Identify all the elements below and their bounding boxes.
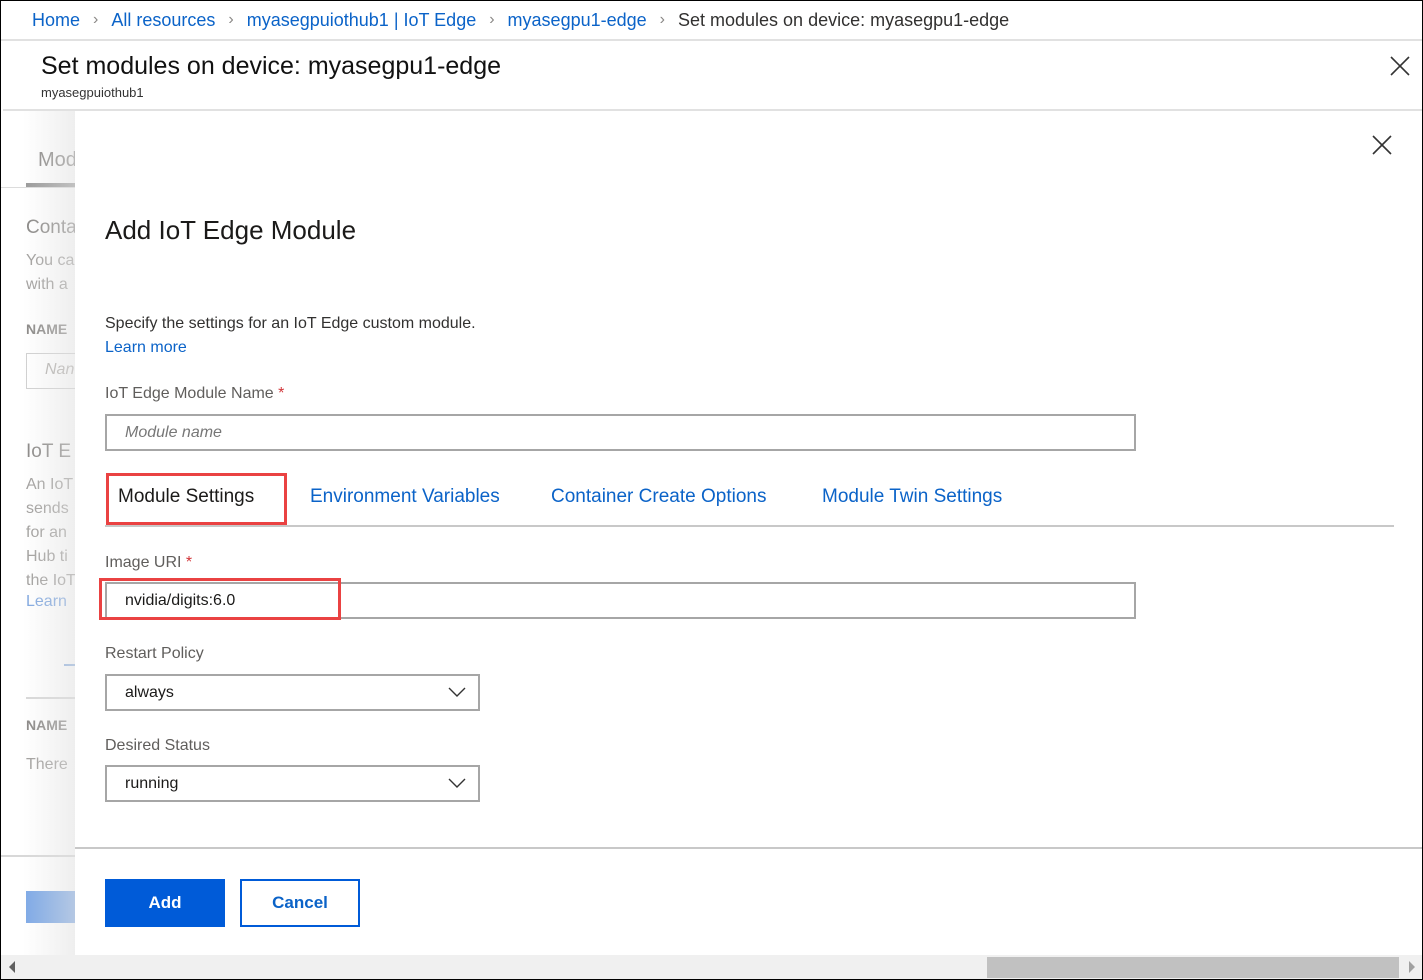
chevron-down-icon [448,687,466,697]
section-heading: IoT E [26,441,72,462]
chevron-right-icon: › [489,11,495,28]
browser-frame: Home › All resources › myasegpuiothub1 |… [0,0,1423,980]
tabs-divider [105,525,1394,527]
required-mark: * [185,554,193,571]
footer-divider [75,847,1422,849]
image-uri-label: Image URI * [105,554,192,572]
tab-environment-variables[interactable]: Environment Variables [310,486,500,508]
page-title: Set modules on device: myasegpu1-edge [41,52,502,80]
section-text: sends [26,500,69,517]
chevron-down-icon [448,778,466,788]
breadcrumb-iot-hub[interactable]: myasegpuiothub1 | IoT Edge [247,10,477,31]
chevron-right-icon: › [93,11,99,28]
module-tabs: Module Settings Environment Variables Co… [105,473,1394,527]
module-name-input[interactable]: Module name [105,414,1136,451]
close-icon[interactable] [1387,53,1413,79]
desired-status-value: running [125,775,179,792]
name-label: NAME [26,321,68,337]
tab-module-settings[interactable]: Module Settings [118,486,254,508]
empty-list-text: There [26,756,68,773]
image-uri-input[interactable]: nvidia/digits:6.0 [105,582,1136,619]
scroll-right-arrow-icon[interactable] [1409,961,1415,973]
chevron-right-icon: › [659,11,665,28]
image-uri-label-text: Image URI [105,554,182,571]
dialog-description: Specify the settings for an IoT Edge cus… [105,315,476,332]
name-placeholder: Nan [45,361,75,378]
breadcrumb: Home › All resources › myasegpuiothub1 |… [1,1,1422,41]
restart-policy-label: Restart Policy [105,645,204,662]
chevron-right-icon: › [228,11,234,28]
name-column-header: NAME [26,717,68,733]
learn-link[interactable]: Learn [26,593,67,611]
horizontal-scrollbar[interactable] [1,955,1422,979]
dialog-title: Add IoT Edge Module [105,215,357,245]
cancel-button[interactable]: Cancel [240,879,360,927]
breadcrumb-home[interactable]: Home [32,10,80,31]
module-name-label-text: IoT Edge Module Name [105,385,274,402]
section-text: You ca [26,252,75,269]
learn-more-link[interactable]: Learn more [105,339,187,357]
image-uri-value: nvidia/digits:6.0 [125,592,236,609]
scroll-left-arrow-icon[interactable] [9,961,15,973]
desired-status-select[interactable]: running [105,765,480,802]
section-heading: Conta [26,217,77,238]
restart-policy-value: always [125,684,174,701]
breadcrumb-device[interactable]: myasegpu1-edge [508,10,647,31]
breadcrumb-all-resources[interactable]: All resources [111,10,215,31]
tab-modules[interactable]: Mod [38,149,77,172]
module-name-label: IoT Edge Module Name * [105,385,284,403]
section-text: the IoT [26,572,76,589]
restart-policy-select[interactable]: always [105,674,480,711]
section-text: An IoT [26,476,74,493]
breadcrumb-current: Set modules on device: myasegpu1-edge [677,9,1010,30]
desired-status-label: Desired Status [105,737,210,754]
blade-header: Set modules on device: myasegpu1-edge my… [3,43,1422,111]
add-module-dialog: Add IoT Edge Module Specify the settings… [75,111,1422,955]
module-name-placeholder: Module name [125,424,222,441]
add-button[interactable]: Add [105,879,225,927]
section-text: Hub ti [26,548,68,565]
close-icon[interactable] [1371,134,1393,156]
page-subtitle: myasegpuiothub1 [41,85,144,100]
section-text: with a [26,276,68,293]
tab-container-create-options[interactable]: Container Create Options [551,486,766,508]
required-mark: * [278,385,285,402]
tab-module-twin-settings[interactable]: Module Twin Settings [822,486,1002,508]
scrollbar-thumb[interactable] [987,957,1399,978]
section-text: for an [26,524,67,541]
